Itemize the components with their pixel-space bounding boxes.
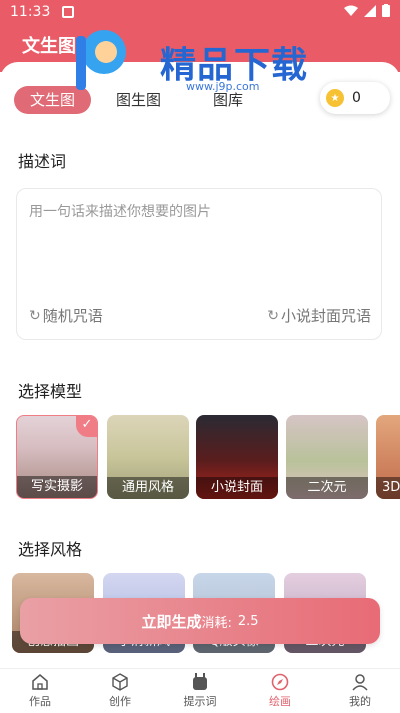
home-icon <box>32 674 48 690</box>
tab-text-to-image[interactable]: 文生图 <box>14 86 92 114</box>
tab-image-to-image[interactable]: 图生图 <box>101 86 176 114</box>
notification-icon <box>62 6 75 18</box>
model-card-novel-cover[interactable]: 小说封面 <box>196 415 278 499</box>
nav-works[interactable]: 作品 <box>0 669 80 713</box>
model-label: 写实摄影 <box>17 476 97 498</box>
user-icon <box>352 674 368 691</box>
prompt-box: ↻ 随机咒语 ↻ 小说封面咒语 <box>16 188 382 340</box>
model-label: 3D <box>376 477 400 499</box>
generate-cost-value: 2.5 <box>237 613 259 629</box>
cover-spell-label: 小说封面咒语 <box>280 307 371 325</box>
refresh-icon: ↻ <box>29 307 41 324</box>
nav-create[interactable]: 创作 <box>80 669 160 713</box>
model-label: 小说封面 <box>196 477 278 499</box>
random-spell-label: 随机咒语 <box>42 307 103 325</box>
tab-gallery[interactable]: 图库 <box>198 86 258 114</box>
status-icons <box>344 4 390 17</box>
model-list: ✓ 写实摄影 通用风格 小说封面 二次元 3D <box>16 415 400 501</box>
bottom-nav: 作品 创作 提示词 绘画 我的 <box>0 668 400 713</box>
style-section-title: 选择风格 <box>18 540 83 559</box>
generate-label: 立即生成 <box>141 612 202 631</box>
coin-count: 0 <box>352 90 361 106</box>
page-title: 文生图 <box>22 36 76 57</box>
nav-mine[interactable]: 我的 <box>320 669 400 713</box>
generate-cost-label: 消耗: <box>201 615 232 631</box>
model-label: 通用风格 <box>107 477 189 499</box>
nav-label: 作品 <box>29 695 51 708</box>
model-card-3d[interactable]: 3D <box>376 415 400 499</box>
nav-label: 提示词 <box>183 695 217 708</box>
coin-icon: ★ <box>326 89 344 107</box>
compass-icon <box>271 673 289 691</box>
nav-label: 绘画 <box>269 695 291 708</box>
signal-icon <box>364 4 376 17</box>
nav-label: 创作 <box>109 695 131 708</box>
robot-icon <box>193 673 207 690</box>
model-label: 二次元 <box>286 477 368 499</box>
model-card-anime[interactable]: 二次元 <box>286 415 368 499</box>
main-panel: 文生图 图生图 图库 ★ 0 描述词 ↻ 随机咒语 ↻ 小说封面咒语 选择模型 … <box>0 62 400 668</box>
wifi-icon <box>344 5 358 16</box>
cube-icon <box>112 673 128 691</box>
cover-spell-button[interactable]: ↻ 小说封面咒语 <box>267 305 371 326</box>
nav-painting[interactable]: 绘画 <box>240 669 320 713</box>
nav-prompts[interactable]: 提示词 <box>160 669 240 713</box>
random-spell-button[interactable]: ↻ 随机咒语 <box>29 305 103 326</box>
checkmark-icon: ✓ <box>76 416 97 437</box>
status-bar: 11:33 <box>0 0 400 24</box>
model-card-realistic[interactable]: ✓ 写实摄影 <box>16 415 98 499</box>
coin-badge[interactable]: ★ 0 <box>320 82 390 114</box>
prompt-input[interactable] <box>27 199 371 283</box>
status-time: 11:33 <box>10 4 51 20</box>
prompt-section-title: 描述词 <box>18 152 67 171</box>
refresh-icon: ↻ <box>267 307 279 324</box>
tab-bar: 文生图 图生图 图库 <box>14 84 258 116</box>
battery-icon <box>382 4 390 17</box>
generate-button[interactable]: 立即生成 消耗: 2.5 <box>20 598 380 644</box>
model-card-general[interactable]: 通用风格 <box>107 415 189 499</box>
nav-label: 我的 <box>349 695 371 708</box>
model-section-title: 选择模型 <box>18 382 83 401</box>
